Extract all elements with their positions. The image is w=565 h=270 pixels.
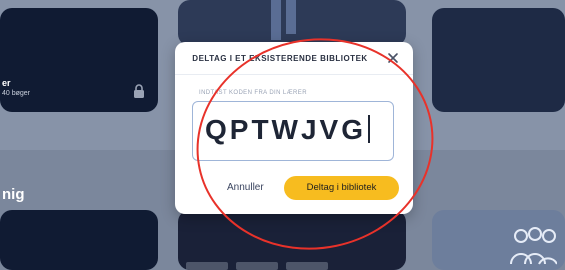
- library-card-title: er: [2, 78, 11, 88]
- library-card-top-left[interactable]: er 40 bøger: [0, 8, 158, 112]
- code-input-value: QPTWJVG: [205, 114, 370, 146]
- code-text: QPTWJVG: [205, 114, 367, 145]
- people-icon: [510, 227, 557, 265]
- lock-icon: [134, 84, 144, 98]
- text-caret: [368, 115, 370, 143]
- code-input-label: INDTAST KODEN FRA DIN LÆRER: [199, 90, 307, 96]
- library-card-bottom-left[interactable]: [0, 210, 158, 270]
- library-card-top-right[interactable]: [432, 8, 565, 112]
- book-thumbnails: [186, 262, 328, 270]
- book-thumbnail: [186, 262, 228, 270]
- dialog-title: DELTAG I ET EKSISTERENDE BIBLIOTEK: [192, 54, 368, 63]
- library-card-bottom-center[interactable]: [178, 210, 406, 270]
- library-card-top-center[interactable]: [178, 0, 406, 46]
- book-thumbnail: [236, 262, 278, 270]
- book-spine: [271, 0, 281, 40]
- book-spine: [286, 0, 296, 34]
- code-input[interactable]: QPTWJVG: [192, 101, 394, 161]
- library-card-bottom-right[interactable]: [432, 210, 565, 270]
- join-library-button[interactable]: Deltag i bibliotek: [284, 176, 399, 200]
- book-thumbnail: [286, 262, 328, 270]
- divider: [175, 74, 413, 75]
- library-card-subtitle: 40 bøger: [2, 90, 31, 97]
- close-icon[interactable]: [387, 52, 399, 64]
- cancel-button[interactable]: Annuller: [227, 182, 264, 193]
- section-title: nig: [2, 186, 25, 203]
- join-library-dialog: DELTAG I ET EKSISTERENDE BIBLIOTEK INDTA…: [175, 42, 413, 214]
